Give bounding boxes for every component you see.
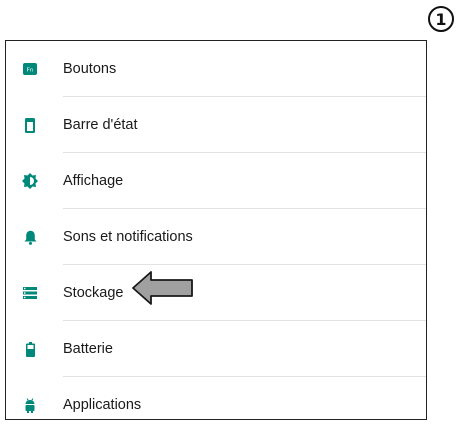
menu-item-label: Batterie [63,341,113,357]
menu-item-applications[interactable]: Applications [6,377,426,433]
settings-panel: Fn Boutons Barre d'état Affichage Sons e… [5,40,427,420]
menu-item-batterie[interactable]: Batterie [6,321,426,377]
fn-key-icon: Fn [22,61,38,77]
menu-item-label: Affichage [63,173,124,189]
storage-icon [22,285,38,301]
menu-item-barre-etat[interactable]: Barre d'état [6,97,426,153]
brightness-icon [22,173,38,189]
menu-item-label: Barre d'état [63,117,138,133]
menu-item-label: Stockage [63,285,124,301]
step-number-badge: 1 [428,6,454,32]
menu-item-label: Boutons [63,61,117,77]
status-bar-icon [22,117,38,133]
menu-item-stockage[interactable]: Stockage [6,265,426,321]
menu-item-boutons[interactable]: Fn Boutons [6,41,426,97]
menu-item-sons-notifications[interactable]: Sons et notifications [6,209,426,265]
android-icon [22,397,38,413]
menu-item-affichage[interactable]: Affichage [6,153,426,209]
fn-key-text: Fn [27,68,34,74]
bell-icon [22,229,38,245]
battery-icon [22,341,38,357]
menu-item-label: Applications [63,397,142,413]
pointer-arrow-icon [132,271,193,305]
menu-item-label: Sons et notifications [63,229,193,245]
